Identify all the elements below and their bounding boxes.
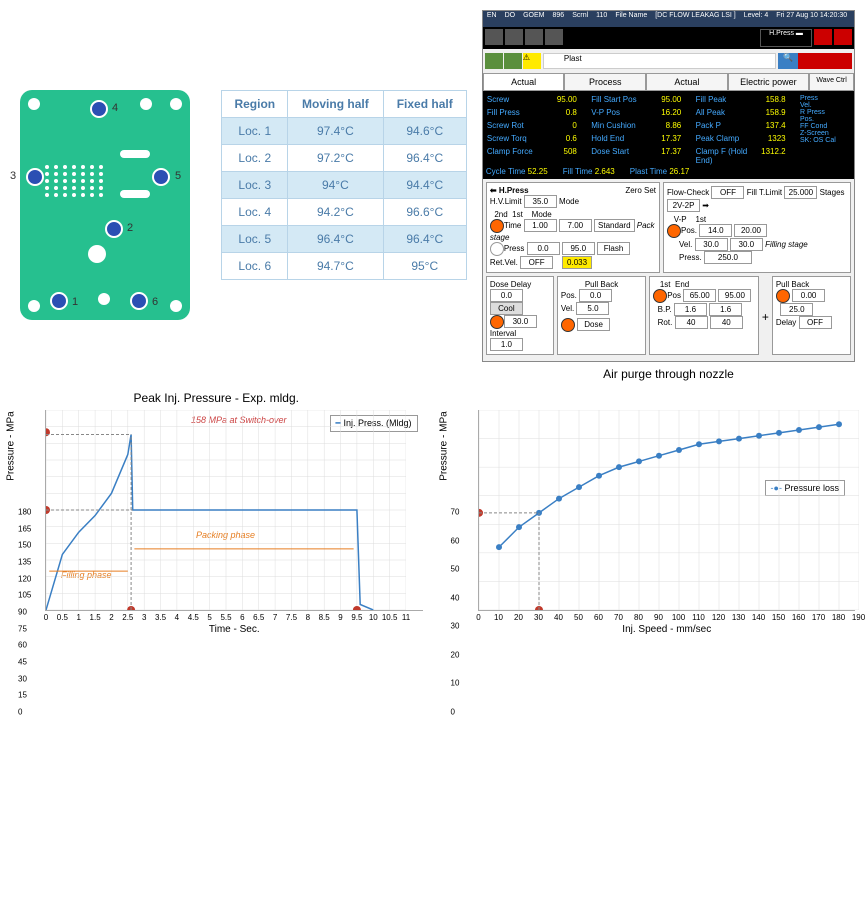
table-cell: Loc. 3 <box>222 172 288 199</box>
pcb-diagram: 4 3 5 2 1 6 <box>10 10 206 381</box>
table-cell: 94.6°C <box>383 118 466 145</box>
toolbar-btn[interactable] <box>485 29 503 45</box>
table-cell: 96.4°C <box>383 226 466 253</box>
table-cell: 96.4°C <box>288 226 383 253</box>
table-cell: Loc. 6 <box>222 253 288 280</box>
table-cell: 96.6°C <box>383 199 466 226</box>
hmi-screen: ENDOGOEM896Scrnl110File Name[DC FLOW LEA… <box>482 10 855 362</box>
tool-icon[interactable] <box>816 53 834 69</box>
hmi-toolbar: H.Press ▬ <box>483 27 854 49</box>
table-cell: Loc. 1 <box>222 118 288 145</box>
tab-process[interactable]: Process <box>564 73 646 91</box>
tab-wave[interactable]: Wave Ctrl <box>809 73 854 91</box>
flowcheck-panel: Flow-Check OFF Fill T.Limit 25.000 Stage… <box>663 182 851 273</box>
table-cell: 96.4°C <box>383 145 466 172</box>
toolbar-btn[interactable] <box>525 29 543 45</box>
table-cell: 95°C <box>383 253 466 280</box>
toolbar-btn[interactable] <box>545 29 563 45</box>
pressure-time-chart: Peak Inj. Pressure - Exp. mldg. Pressure… <box>10 391 423 636</box>
table-cell: 94.4°C <box>383 172 466 199</box>
pullback1-panel: Pull Back Pos. 0.0 Vel. 5.0 Dose <box>557 276 646 355</box>
nav-fwd-icon[interactable] <box>504 53 522 69</box>
pullback2-panel: Pull Back 0.00 25.0 Delay OFF <box>772 276 851 355</box>
toolbar-btn[interactable] <box>814 29 832 45</box>
tab-actual[interactable]: Actual <box>483 73 565 91</box>
hmi-caption: Air purge through nozzle <box>482 367 855 381</box>
tool-icon[interactable] <box>834 53 852 69</box>
pressure-speed-chart: Pressure - MPa Inj. Speed - mm/sec -●- P… <box>443 391 856 636</box>
dose-panel: Dose Delay 0.0 Cool 30.0 Interval 1.0 <box>486 276 554 355</box>
table-cell: 94.2°C <box>288 199 383 226</box>
table-cell: 94°C <box>288 172 383 199</box>
table-cell: 97.2°C <box>288 145 383 172</box>
tab-actual2[interactable]: Actual <box>646 73 728 91</box>
search-input[interactable]: Plast <box>543 53 776 69</box>
table-cell: 97.4°C <box>288 118 383 145</box>
toolbar-btn[interactable] <box>834 29 852 45</box>
hmi-menubar: ENDOGOEM896Scrnl110File Name[DC FLOW LEA… <box>483 11 854 27</box>
table-cell: Loc. 4 <box>222 199 288 226</box>
nav-back-icon[interactable] <box>485 53 503 69</box>
toolbar-btn[interactable] <box>505 29 523 45</box>
table-cell: Loc. 2 <box>222 145 288 172</box>
tab-electric[interactable]: Electric power <box>728 73 810 91</box>
hpress-panel: ⬅ H.PressZero Set H.V.Limit 35.0 Mode 2n… <box>486 182 660 273</box>
time-indicator <box>490 219 504 233</box>
warning-icon[interactable]: ⚠ <box>523 53 541 69</box>
table-cell: 94.7°C <box>288 253 383 280</box>
pullback-mid-panel: 1st End Pos 65.00 95.00 B.P. 1.6 1.6 Rot… <box>649 276 759 355</box>
tool-icon[interactable] <box>798 53 816 69</box>
temperature-table: Region Moving half Fixed half Loc. 197.4… <box>221 10 466 381</box>
search-icon[interactable]: 🔍 <box>778 53 798 69</box>
hpress-display: H.Press ▬ <box>760 29 812 47</box>
table-cell: Loc. 5 <box>222 226 288 253</box>
